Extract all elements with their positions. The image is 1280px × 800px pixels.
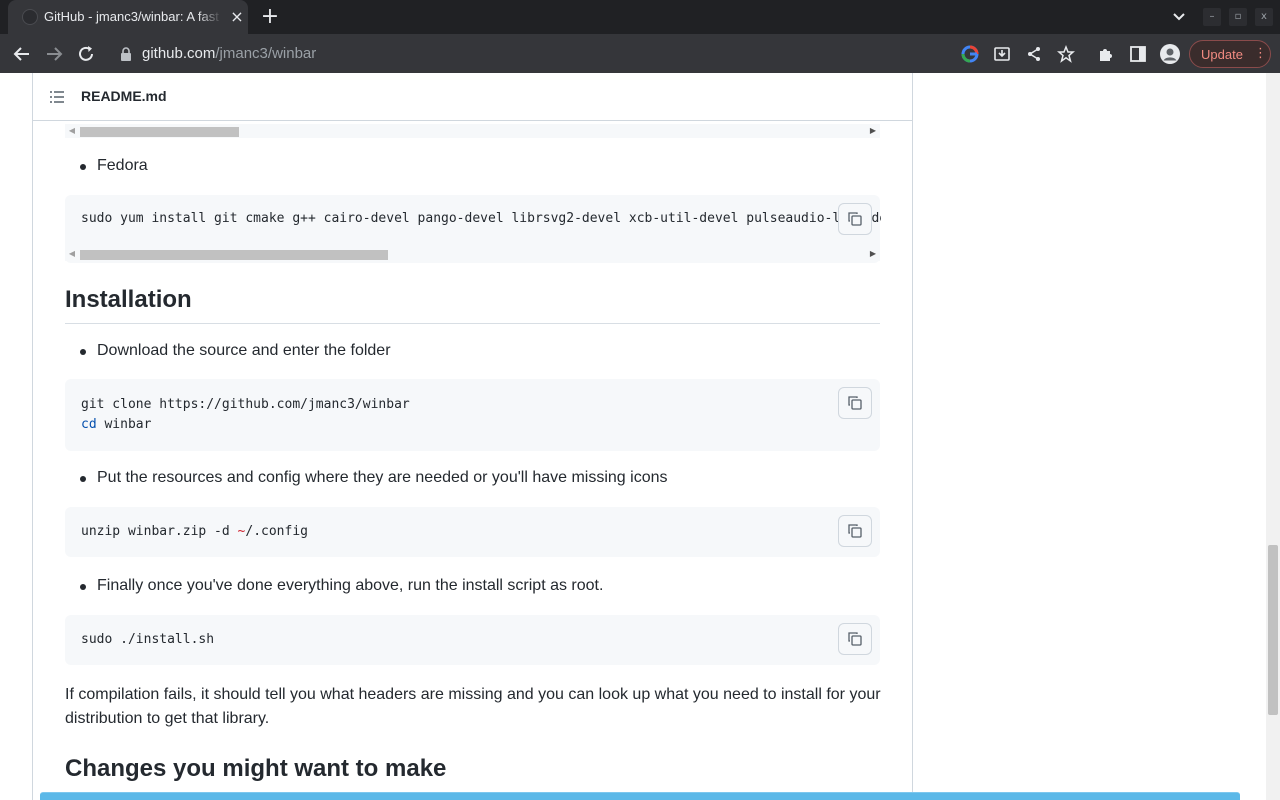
code-line: git clone https://github.com/jmanc3/winb… xyxy=(81,397,410,412)
code-keyword: cd xyxy=(81,417,97,432)
bullet xyxy=(80,476,86,482)
readme-title: README.md xyxy=(81,88,167,104)
browser-toolbar: github.com/jmanc3/winbar Update ⋮ xyxy=(0,34,1280,73)
github-favicon-icon xyxy=(22,9,38,25)
heading-divider xyxy=(65,323,880,324)
list-item-resources: Put the resources and config where they … xyxy=(97,469,668,486)
browser-tab[interactable]: GitHub - jmanc3/winbar: A fast and good … xyxy=(8,0,248,34)
list-item-install-script: Finally once you've done everything abov… xyxy=(97,577,604,594)
tab-close-icon[interactable]: × xyxy=(228,8,246,26)
scroll-right-icon[interactable]: ▶ xyxy=(868,125,878,137)
heading-changes: Changes you might want to make xyxy=(65,755,447,782)
back-arrow-icon[interactable] xyxy=(10,42,34,66)
tab-title-fade xyxy=(198,4,222,28)
taskbar-strip xyxy=(40,792,1240,800)
list-item-download: Download the source and enter the folder xyxy=(97,342,391,359)
code-clone: git clone https://github.com/jmanc3/winb… xyxy=(81,395,410,435)
scroll-left-icon[interactable]: ◀ xyxy=(67,125,77,137)
close-window-button[interactable]: x xyxy=(1255,8,1273,26)
chrome-menu-icon[interactable]: ⋮ xyxy=(1254,46,1267,62)
bookmark-star-icon[interactable] xyxy=(1054,42,1078,66)
bullet xyxy=(80,584,86,590)
scroll-left-icon[interactable]: ◀ xyxy=(67,248,77,260)
extensions-puzzle-icon[interactable] xyxy=(1094,42,1118,66)
copy-button[interactable] xyxy=(838,623,872,655)
address-bar[interactable]: github.com/jmanc3/winbar xyxy=(112,38,942,69)
side-panel-icon[interactable] xyxy=(1126,42,1150,66)
code-text: /.config xyxy=(245,524,308,539)
page-vertical-scrollbar[interactable] xyxy=(1266,73,1280,800)
forward-arrow-icon[interactable] xyxy=(42,42,66,66)
profile-avatar-icon[interactable] xyxy=(1158,42,1182,66)
code-block-unzip: unzip winbar.zip -d ~/.config xyxy=(65,507,880,557)
bullet xyxy=(80,349,86,355)
code-line: winbar xyxy=(96,417,152,432)
code-text: unzip winbar.zip -d xyxy=(81,524,238,539)
url-text[interactable]: github.com/jmanc3/winbar xyxy=(142,45,316,62)
install-app-icon[interactable] xyxy=(990,42,1014,66)
readme-header: README.md xyxy=(33,73,912,121)
code-fedora-install: sudo yum install git cmake g++ cairo-dev… xyxy=(81,211,881,226)
bullet xyxy=(80,164,86,170)
list-item-fedora: Fedora xyxy=(97,157,148,174)
copy-button[interactable] xyxy=(838,387,872,419)
mouse-cursor-icon xyxy=(86,794,92,800)
minimize-window-button[interactable]: – xyxy=(1203,8,1221,26)
code-horizontal-scrollbar[interactable]: ◀ ▶ xyxy=(65,247,880,261)
outline-list-icon[interactable] xyxy=(49,89,65,105)
code-block-install: sudo ./install.sh xyxy=(65,615,880,665)
copy-button[interactable] xyxy=(838,203,872,235)
lock-icon[interactable] xyxy=(120,46,132,61)
url-path: /jmanc3/winbar xyxy=(215,45,317,62)
share-icon[interactable] xyxy=(1022,42,1046,66)
code-unzip: unzip winbar.zip -d ~/.config xyxy=(81,522,308,542)
url-host: github.com xyxy=(142,45,216,62)
scroll-right-icon[interactable]: ▶ xyxy=(868,248,878,260)
code-install: sudo ./install.sh xyxy=(81,632,215,647)
page-viewport: README.md ◀ ▶ Fedora sudo yum install gi… xyxy=(0,73,1266,800)
new-tab-button[interactable]: + xyxy=(258,6,282,30)
copy-button[interactable] xyxy=(838,515,872,547)
tab-strip: GitHub - jmanc3/winbar: A fast and good … xyxy=(0,0,1280,34)
page-scrollbar-thumb[interactable] xyxy=(1268,545,1278,715)
reload-icon[interactable] xyxy=(74,42,98,66)
update-label: Update xyxy=(1201,47,1243,62)
tab-title: GitHub - jmanc3/winbar: A fast and good … xyxy=(44,9,222,24)
maximize-window-button[interactable]: ▫ xyxy=(1229,8,1247,26)
code-horizontal-scrollbar[interactable]: ◀ ▶ xyxy=(65,124,880,138)
scrollbar-thumb[interactable] xyxy=(80,250,388,260)
tab-search-chevron-icon[interactable] xyxy=(1168,7,1190,27)
update-button[interactable]: Update ⋮ xyxy=(1189,40,1271,68)
code-block-clone: git clone https://github.com/jmanc3/winb… xyxy=(65,379,880,451)
scrollbar-thumb[interactable] xyxy=(80,127,239,137)
google-lens-icon[interactable] xyxy=(958,42,982,66)
heading-installation: Installation xyxy=(65,286,192,313)
compile-note: If compilation fails, it should tell you… xyxy=(65,686,881,727)
